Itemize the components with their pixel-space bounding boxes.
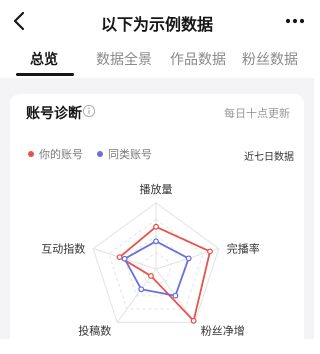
page-title: 以下为示例数据 (100, 15, 213, 34)
radar-point-mine (207, 248, 213, 255)
radar-point-peer (153, 238, 159, 245)
tab-overview[interactable]: 总览 (30, 49, 58, 69)
radar-point-peer (121, 255, 128, 262)
radar-axis-label: 投稿数 (78, 323, 111, 337)
radar-point-peer (185, 255, 192, 262)
radar-axis-label: 互动指数 (41, 242, 85, 256)
radar-axis-label: 完播率 (227, 242, 260, 256)
radar-axis-label: 播放量 (140, 182, 173, 196)
tab-fans-data[interactable]: 粉丝数据 (242, 49, 298, 69)
tab-data-panorama[interactable]: 数据全景 (96, 49, 152, 69)
radar-point-mine (153, 223, 159, 230)
top-navigation-bar: 以下为示例数据 (0, 0, 314, 42)
radar-axis-label: 粉丝净增 (201, 323, 245, 337)
radar-chart: 播放量完播率粉丝净增 投稿数 互动指数 (41, 182, 260, 337)
radar-point-mine (190, 317, 197, 324)
more-dots-icon (285, 18, 305, 24)
active-tab-indicator (16, 73, 74, 76)
radar-point-mine (148, 272, 154, 279)
account-diagnosis-card: 账号诊断 每日十点更新 你的账号 同类账号 近七日数据 播放量 完播率 粉丝净增 投稿… (10, 94, 304, 354)
more-button[interactable] (282, 10, 308, 32)
radar-point-peer (172, 292, 179, 299)
tab-works-data[interactable]: 作品数据 (170, 49, 226, 69)
tab-bar: 总览 数据全景 作品数据 粉丝数据 (0, 42, 314, 78)
radar-point-peer (138, 286, 145, 293)
radar-point-mine (116, 254, 123, 261)
